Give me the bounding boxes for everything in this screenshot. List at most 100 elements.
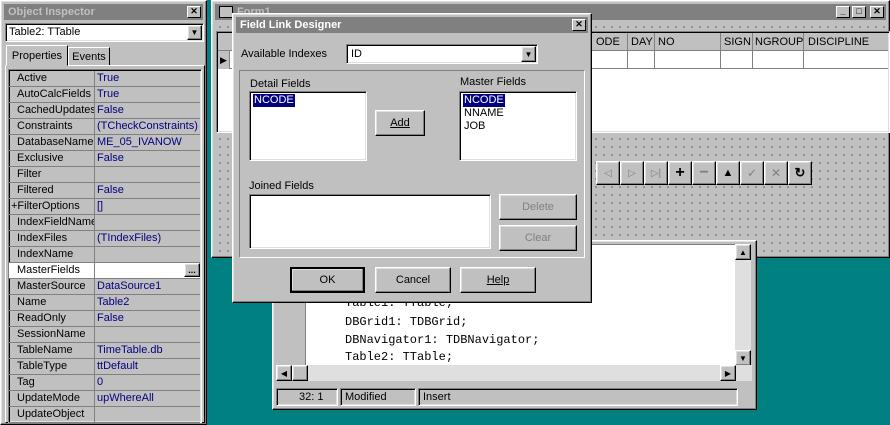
- tab-events[interactable]: Events: [68, 47, 110, 66]
- property-row[interactable]: UpdateMode upWhereAll: [9, 391, 200, 407]
- property-value[interactable]: True: [97, 71, 200, 86]
- scroll-down-icon[interactable]: ▼: [735, 350, 751, 366]
- property-row[interactable]: TableType ttDefault: [9, 359, 200, 375]
- property-row[interactable]: Filtered False: [9, 183, 200, 199]
- property-value[interactable]: [97, 167, 200, 182]
- delete-button[interactable]: Delete: [499, 194, 577, 220]
- property-row[interactable]: IndexName: [9, 247, 200, 263]
- component-selector[interactable]: Table2: TTable ▼: [5, 23, 204, 42]
- scroll-up-icon[interactable]: ▲: [735, 244, 751, 260]
- joined-fields-list[interactable]: [249, 194, 491, 249]
- property-row[interactable]: MasterSource DataSource1: [9, 279, 200, 295]
- close-icon[interactable]: ✕: [572, 19, 586, 31]
- property-row[interactable]: SessionName: [9, 327, 200, 343]
- cancel-record-icon[interactable]: ✕: [764, 161, 788, 185]
- property-row[interactable]: CachedUpdates False: [9, 103, 200, 119]
- list-item[interactable]: NCODE: [463, 94, 505, 107]
- ellipsis-button[interactable]: ...: [184, 263, 200, 277]
- property-value[interactable]: 0: [97, 375, 200, 390]
- property-name: MasterSource: [9, 279, 95, 294]
- property-value[interactable]: [97, 327, 200, 342]
- grid-col-day: DAY: [631, 36, 653, 48]
- property-value[interactable]: DataSource1: [97, 279, 200, 294]
- property-value[interactable]: (TCheckConstraints): [97, 119, 200, 134]
- property-row[interactable]: Tag 0: [9, 375, 200, 391]
- last-icon[interactable]: ▷|: [644, 161, 668, 185]
- object-inspector-titlebar[interactable]: Object Inspector ✕: [4, 4, 203, 20]
- property-value[interactable]: True: [97, 87, 200, 102]
- post-icon[interactable]: ✓: [740, 161, 764, 185]
- property-row[interactable]: Constraints (TCheckConstraints): [9, 119, 200, 135]
- property-name: TableType: [9, 359, 95, 374]
- property-name: Filter: [9, 167, 95, 182]
- property-value[interactable]: [97, 407, 200, 422]
- property-name: UpdateObject: [9, 407, 95, 422]
- ok-button[interactable]: OK: [290, 267, 365, 293]
- property-value[interactable]: ME_05_IVANOW: [97, 135, 200, 150]
- property-name: Name: [9, 295, 95, 310]
- tab-properties[interactable]: Properties: [6, 45, 68, 66]
- dialog-titlebar[interactable]: Field Link Designer ✕: [236, 17, 588, 33]
- property-row[interactable]: Filter: [9, 167, 200, 183]
- property-row[interactable]: AutoCalcFields True: [9, 87, 200, 103]
- available-indexes-select[interactable]: ID ▼: [346, 44, 538, 64]
- property-row[interactable]: ReadOnly False: [9, 311, 200, 327]
- property-row[interactable]: +FilterOptions[]: [9, 199, 200, 215]
- delete-button-label: Delete: [522, 201, 554, 213]
- property-value[interactable]: TimeTable.db: [97, 343, 200, 358]
- help-button[interactable]: Help: [460, 267, 536, 293]
- horizontal-scrollbar[interactable]: ◀ ▶: [276, 365, 752, 381]
- scroll-left-icon[interactable]: ◀: [276, 365, 292, 381]
- property-row[interactable]: IndexFieldName: [9, 215, 200, 231]
- ok-button-label: OK: [319, 274, 336, 286]
- property-value[interactable]: False: [97, 103, 200, 118]
- vertical-scrollbar[interactable]: ▲ ▼: [735, 244, 751, 366]
- property-row[interactable]: UpdateObject: [9, 407, 200, 423]
- property-row[interactable]: MasterFields: [9, 263, 200, 279]
- scroll-right-icon[interactable]: ▶: [720, 365, 736, 381]
- property-row[interactable]: IndexFiles (TIndexFiles): [9, 231, 200, 247]
- property-value[interactable]: [97, 215, 200, 230]
- clear-button[interactable]: Clear: [499, 225, 577, 251]
- property-value[interactable]: [97, 247, 200, 262]
- next-icon[interactable]: ▷: [620, 161, 644, 185]
- close-icon[interactable]: ✕: [870, 6, 884, 18]
- edit-icon[interactable]: ▲: [716, 161, 740, 185]
- property-value[interactable]: []: [97, 199, 200, 214]
- grid-col-no: NO: [658, 36, 675, 48]
- property-value[interactable]: (TIndexFiles): [97, 231, 200, 246]
- property-value[interactable]: Table2: [97, 295, 200, 310]
- close-icon[interactable]: ✕: [187, 6, 201, 18]
- grid-col-ngroup: NGROUP: [755, 36, 804, 48]
- delete-record-icon[interactable]: −: [692, 161, 716, 185]
- chevron-down-icon[interactable]: ▼: [187, 25, 202, 40]
- field-link-designer-dialog: Field Link Designer ✕ Available Indexes …: [232, 13, 592, 303]
- maximize-icon[interactable]: □: [852, 6, 866, 18]
- prior-icon[interactable]: ◁: [596, 161, 620, 185]
- insert-icon[interactable]: +: [668, 161, 692, 185]
- chevron-down-icon[interactable]: ▼: [521, 46, 536, 62]
- property-row[interactable]: Name Table2: [9, 295, 200, 311]
- master-fields-list[interactable]: NCODE NNAME JOB: [459, 91, 577, 161]
- grid-col-discipline: DISCIPLINE: [808, 36, 870, 48]
- property-row[interactable]: TableName TimeTable.db: [9, 343, 200, 359]
- property-row[interactable]: DatabaseName ME_05_IVANOW: [9, 135, 200, 151]
- available-indexes-label: Available Indexes: [241, 48, 328, 60]
- property-value[interactable]: upWhereAll: [97, 391, 200, 406]
- property-row[interactable]: Active True: [9, 71, 200, 87]
- property-value[interactable]: False: [97, 183, 200, 198]
- add-button[interactable]: Add: [375, 110, 425, 136]
- list-item[interactable]: NNAME: [463, 107, 505, 120]
- scroll-thumb[interactable]: [292, 365, 308, 381]
- property-value[interactable]: ttDefault: [97, 359, 200, 374]
- property-row[interactable]: Exclusive False: [9, 151, 200, 167]
- list-item[interactable]: NCODE: [253, 94, 295, 107]
- refresh-icon[interactable]: ↻: [788, 161, 812, 185]
- property-value[interactable]: False: [97, 151, 200, 166]
- cancel-button[interactable]: Cancel: [375, 267, 451, 293]
- minimize-icon[interactable]: _: [836, 6, 850, 18]
- detail-fields-list[interactable]: NCODE: [249, 91, 367, 161]
- property-value[interactable]: False: [97, 311, 200, 326]
- row-indicator-icon: ▶: [218, 51, 230, 69]
- list-item[interactable]: JOB: [463, 120, 486, 133]
